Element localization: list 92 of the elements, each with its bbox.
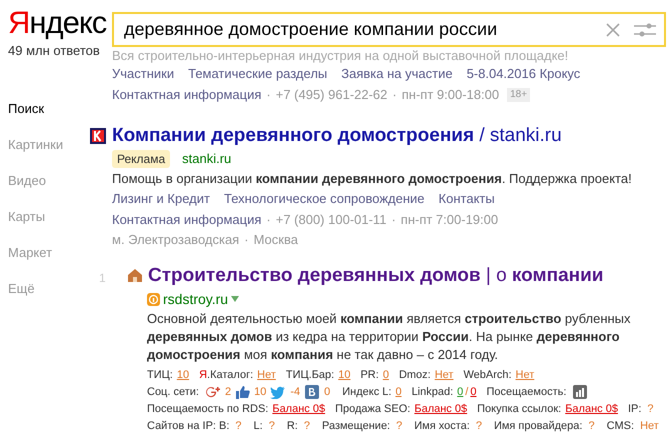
- close-icon[interactable]: [606, 22, 620, 36]
- bar-chart-icon[interactable]: [573, 385, 588, 399]
- hours-text: пн-пт 9:00-18:00: [402, 86, 500, 104]
- seo-value-link[interactable]: 0: [470, 384, 476, 400]
- seo-label: L:: [254, 418, 263, 434]
- seo-value-link[interactable]: Баланс 0$: [414, 400, 468, 418]
- seo-label: Я: [199, 368, 208, 382]
- seo-value: ?: [647, 402, 654, 416]
- results-count: 49 млн ответов: [8, 42, 101, 60]
- seo-value: 10: [254, 384, 266, 400]
- sidebar-item[interactable]: Поиск: [8, 98, 44, 118]
- result-title-link[interactable]: Строительство деревянных домов | о компании: [148, 264, 604, 286]
- seo-label: WebArch:: [463, 368, 512, 382]
- contact-link[interactable]: Контактная информация: [112, 84, 262, 105]
- thumbs-up-icon[interactable]: [235, 385, 250, 399]
- seo-value: ?: [268, 418, 275, 434]
- seo-label: Размещение:: [322, 418, 390, 434]
- seo-label: ТИЦ:: [147, 368, 173, 382]
- google-plus-icon[interactable]: [204, 386, 221, 398]
- sitelink[interactable]: Лизинг и Кредит: [112, 188, 210, 208]
- seo-value-link[interactable]: Баланс 0$: [565, 400, 618, 418]
- seo-label: CMS:: [606, 418, 634, 434]
- ad-snippet: Помощь в организации компании деревянного домостроения. Поддержка проекта!: [112, 170, 633, 188]
- seo-value: ?: [588, 418, 595, 434]
- seo-label: Linkpad:: [412, 384, 454, 400]
- seo-value-link[interactable]: Нет: [257, 366, 276, 384]
- seo-value-link[interactable]: Нет: [434, 366, 454, 384]
- seo-value: ?: [304, 418, 310, 434]
- seo-value: 2: [224, 384, 232, 400]
- seo-value: 0: [324, 384, 330, 400]
- seo-label: .Каталог:: [207, 368, 254, 382]
- bird-icon[interactable]: [270, 386, 286, 398]
- sitelink[interactable]: 5-8.04.2016 Крокус: [466, 63, 580, 84]
- domain-link[interactable]: stanki.ru: [182, 149, 232, 168]
- seo-label: Соц. сети:: [147, 384, 199, 400]
- seo-value: ?: [396, 418, 402, 434]
- seo-value: Нет: [640, 418, 659, 434]
- seo-value: -4: [290, 384, 300, 400]
- seo-value: ?: [476, 418, 482, 434]
- sitelink[interactable]: Тематические разделы: [188, 63, 328, 84]
- seo-value: /: [465, 384, 468, 400]
- seo-label: Продажа SEO:: [335, 402, 410, 416]
- seo-value-link[interactable]: 10: [338, 366, 350, 384]
- caret-icon[interactable]: [231, 296, 240, 302]
- seo-value-link[interactable]: 0: [382, 366, 389, 384]
- sitelink[interactable]: Технологическое сопровождение: [224, 188, 425, 208]
- seo-label: PR:: [360, 368, 379, 382]
- separator-dot: ·: [244, 230, 249, 248]
- search-bar[interactable]: деревянное домостроение компании россии: [112, 12, 666, 47]
- seo-value-link[interactable]: Нет: [516, 366, 534, 384]
- hours-text: пн-пт 7:00-19:00: [400, 210, 498, 228]
- separator-dot: ·: [266, 210, 271, 228]
- vk-icon[interactable]: [305, 385, 320, 399]
- phone-text: +7 (800) 100-01-11: [276, 210, 386, 229]
- sitelink[interactable]: Заявка на участие: [341, 63, 453, 84]
- separator-dot: ·: [266, 86, 271, 104]
- seo-value-link[interactable]: 0: [395, 384, 402, 400]
- seo-label: Имя провайдера:: [494, 418, 582, 434]
- house-icon: [127, 268, 143, 283]
- domain-link[interactable]: rsdstroy.ru: [163, 288, 228, 310]
- seo-label: R:: [286, 418, 298, 434]
- sitelink[interactable]: Контакты: [438, 188, 495, 208]
- seo-label: Имя хоста:: [414, 418, 470, 434]
- k-logo-icon: [90, 128, 106, 144]
- phone-text: +7 (495) 961-22-62: [276, 86, 388, 104]
- separator-dot: ·: [391, 210, 396, 228]
- seo-label: ТИЦ.Бар:: [286, 368, 334, 382]
- seo-label: Индекс L:: [342, 384, 392, 400]
- seo-label: Сайтов на IP: B:: [147, 418, 230, 434]
- seo-label: IP:: [628, 402, 642, 416]
- ad-text: Вся строительно-интерьерная индустрия на одной выставочной площадке!: [112, 48, 570, 63]
- age-badge: 18+: [507, 88, 530, 102]
- seo-value-link[interactable]: Баланс 0$: [272, 400, 326, 418]
- ad-label: Реклама: [112, 150, 170, 168]
- seo-label: Dmoz:: [398, 368, 431, 382]
- sitelink[interactable]: Участники: [112, 63, 174, 84]
- result-snippet: Основной деятельностью моей компании является строительство рубленных деревянных домов из кедра на территории России. На рынке деревянного домостроения моя компания не так давно – с 2014 году.: [147, 310, 632, 364]
- seo-value: ?: [235, 418, 242, 434]
- info-icon: [147, 292, 160, 306]
- seo-label: Посещаемость:: [486, 384, 566, 400]
- separator-dot: ·: [392, 86, 397, 104]
- seo-value-link[interactable]: 0: [457, 384, 464, 400]
- address-text: м. Электрозаводская: [112, 230, 240, 248]
- logo[interactable]: Яндекс: [8, 6, 112, 40]
- seo-value-link[interactable]: 10: [176, 366, 190, 384]
- sliders-icon[interactable]: [634, 22, 656, 38]
- address-text: Москва: [254, 230, 298, 248]
- seo-label: Покупка ссылок:: [477, 402, 562, 416]
- seo-label: Посещаемость по RDS:: [147, 402, 268, 416]
- ad-title-link[interactable]: Компании деревянного домостроения / stanki.ru: [112, 125, 562, 147]
- contact-link[interactable]: Контактная информация: [112, 208, 262, 230]
- search-field[interactable]: деревянное домостроение компании россии: [124, 16, 606, 43]
